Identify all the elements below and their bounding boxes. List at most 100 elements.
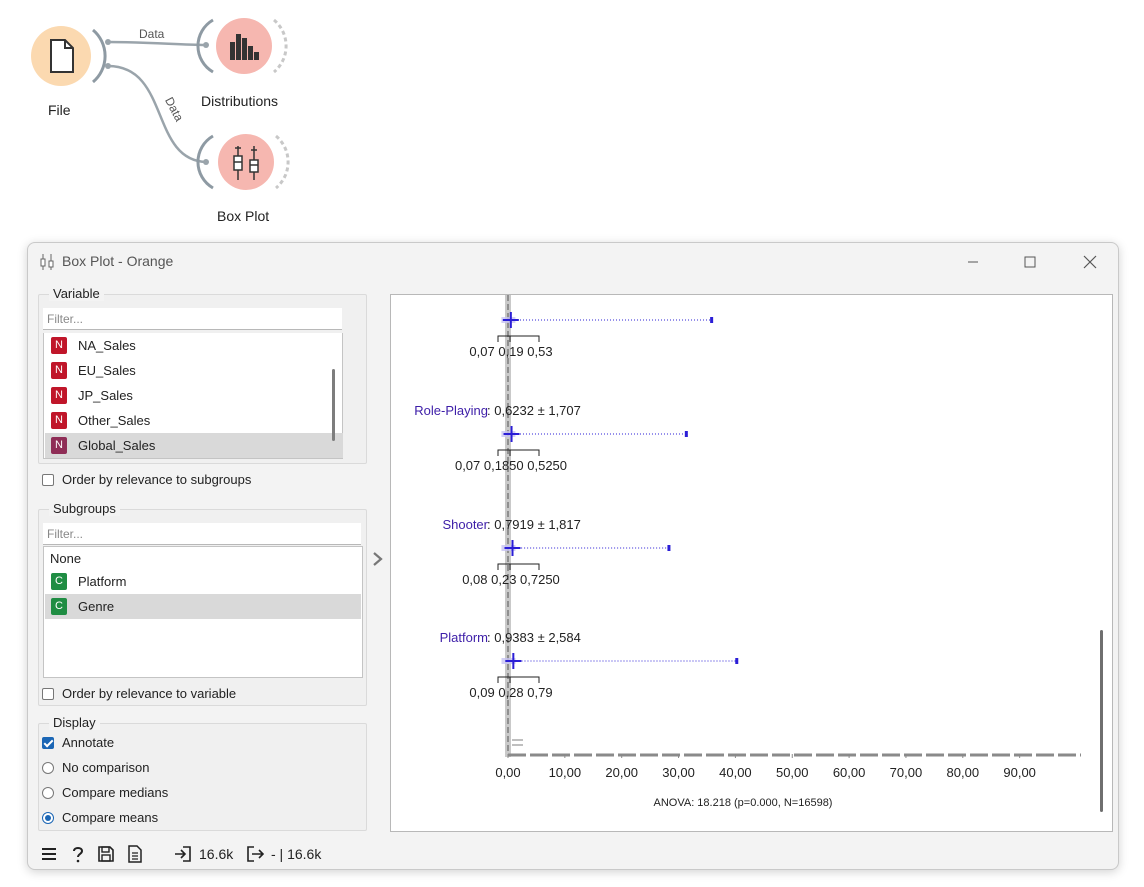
quartile-labels: 0,09 0,28 0,79 — [469, 685, 552, 700]
input-icon — [175, 846, 191, 862]
quartile-bracket — [497, 335, 540, 342]
radio-button[interactable] — [42, 787, 54, 799]
axis-grip — [512, 744, 523, 746]
x-tick-label: 60,00 — [833, 765, 866, 780]
variable-item-label: NA_Sales — [78, 338, 136, 353]
file-node[interactable] — [31, 26, 107, 86]
variable-item-na-sales[interactable]: N NA_Sales — [45, 333, 343, 358]
chevron-right-icon — [373, 552, 383, 566]
subgroup-item-none[interactable]: None — [45, 547, 363, 570]
group-label: Role-Playing — [414, 403, 488, 418]
quartile-bracket — [497, 563, 540, 570]
radio-button[interactable] — [42, 762, 54, 774]
variable-item-jp-sales[interactable]: N JP_Sales — [45, 383, 343, 408]
close-button[interactable] — [1070, 249, 1110, 275]
quartile-labels: 0,08 0,23 0,7250 — [462, 572, 560, 587]
output-count: - | 16.6k — [271, 846, 322, 862]
variable-item-label: Global_Sales — [78, 438, 156, 453]
maximize-button[interactable] — [1010, 249, 1050, 275]
link-label-1: Data — [139, 27, 165, 41]
subgroups-group: Subgroups Filter... None C Platform C Ge… — [38, 501, 367, 706]
save-icon[interactable] — [97, 845, 115, 863]
x-tick-label: 40,00 — [719, 765, 752, 780]
quartile-labels: 0,07 0,1850 0,5250 — [455, 458, 567, 473]
quartile-bracket — [497, 449, 540, 456]
subgroup-item-genre[interactable]: C Genre — [45, 594, 361, 619]
window-title: Box Plot - Orange — [62, 253, 174, 269]
display-group-title: Display — [49, 715, 100, 730]
categorical-icon: C — [51, 573, 67, 590]
variable-item-label: Other_Sales — [78, 413, 151, 428]
status-bar: 16.6k - | 16.6k — [28, 839, 1118, 869]
numeric-icon: N — [51, 437, 67, 454]
variable-group: Variable Filter... N NA_Sales N EU_Sales… — [38, 286, 367, 464]
subgroups-list[interactable]: None C Platform C Genre — [43, 546, 363, 678]
x-tick-label: 70,00 — [890, 765, 923, 780]
workflow-canvas[interactable]: Data Data File Distributions Box Plot — [0, 0, 1144, 240]
variable-item-label: EU_Sales — [78, 363, 136, 378]
group-stat-label: : 0,7919 ± 1,817 — [487, 517, 581, 532]
title-bar: Box Plot - Orange — [28, 243, 1118, 281]
menu-icon[interactable] — [40, 845, 58, 863]
minimize-button[interactable] — [953, 249, 993, 275]
subgroup-item-platform[interactable]: C Platform — [45, 569, 363, 594]
help-icon[interactable] — [69, 845, 87, 863]
distributions-node-label: Distributions — [201, 93, 279, 109]
file-node-label: File — [48, 102, 71, 118]
x-tick-label: 30,00 — [662, 765, 695, 780]
x-tick-label: 90,00 — [1003, 765, 1036, 780]
plot-scrollbar[interactable] — [1100, 630, 1103, 812]
toggle-panel-button[interactable] — [370, 549, 386, 569]
variable-list[interactable]: N NA_Sales N EU_Sales N JP_Sales N Other… — [43, 333, 343, 459]
checkbox[interactable] — [42, 474, 54, 486]
maximize-icon — [1024, 256, 1036, 268]
subgroups-filter-input[interactable]: Filter... — [43, 523, 361, 545]
box-plot-chart: 0,07 0,19 0,53 Role-Playing: 0,6232 ± 1,7… — [414, 295, 1081, 809]
x-tick-label: 0,00 — [495, 765, 520, 780]
subgroup-item-label: None — [50, 551, 82, 566]
variable-list-scrollbar[interactable] — [332, 369, 335, 441]
box-plot-window-icon — [40, 254, 54, 270]
numeric-icon: N — [51, 362, 67, 379]
variable-filter-input[interactable]: Filter... — [43, 308, 342, 330]
group-stat-label: : 0,6232 ± 1,707 — [487, 403, 581, 418]
group-label: Shooter — [442, 517, 488, 532]
file-icon — [50, 39, 74, 73]
output-icon — [247, 846, 264, 862]
radio-button-selected[interactable] — [42, 812, 54, 824]
x-tick-label: 10,00 — [549, 765, 582, 780]
subgroup-item-label: Platform — [78, 574, 127, 589]
link-file-distributions — [107, 40, 207, 47]
x-tick-label: 80,00 — [947, 765, 980, 780]
numeric-icon: N — [51, 337, 67, 354]
variable-item-other-sales[interactable]: N Other_Sales — [45, 408, 343, 433]
checkbox[interactable] — [42, 688, 54, 700]
categorical-icon: C — [51, 598, 67, 615]
quartile-bracket — [497, 676, 540, 683]
anova-footer: ANOVA: 18.218 (p=0.000, N=16598) — [654, 797, 833, 809]
variable-group-title: Variable — [49, 286, 104, 301]
box-plot-area[interactable]: 0,07 0,19 0,53 Role-Playing: 0,6232 ± 1,7… — [390, 294, 1113, 832]
numeric-icon: N — [51, 412, 67, 429]
subgroup-item-label: Genre — [78, 599, 115, 614]
checkbox-checked[interactable] — [42, 737, 54, 749]
x-tick-label: 20,00 — [605, 765, 638, 780]
axis-grip — [512, 739, 523, 741]
group-label: Platform — [440, 630, 488, 645]
box-plot-node[interactable] — [196, 134, 290, 190]
input-count: 16.6k — [199, 846, 234, 862]
x-tick-label: 50,00 — [776, 765, 809, 780]
minimize-icon — [968, 261, 978, 263]
group-stat-label: : 0,9383 ± 2,584 — [487, 630, 581, 645]
quartile-labels: 0,07 0,19 0,53 — [469, 344, 552, 359]
report-icon[interactable] — [126, 845, 144, 863]
link-label-2: Data — [162, 95, 186, 124]
link-file-boxplot — [107, 64, 207, 164]
variable-item-global-sales[interactable]: N Global_Sales — [45, 433, 343, 458]
box-plot-window: Box Plot - Orange Variable Filter... N N… — [27, 242, 1119, 870]
box-plot-node-label: Box Plot — [217, 208, 270, 224]
close-icon — [1083, 255, 1097, 269]
numeric-icon: N — [51, 387, 67, 404]
distributions-node[interactable] — [196, 18, 288, 74]
variable-item-eu-sales[interactable]: N EU_Sales — [45, 358, 343, 383]
